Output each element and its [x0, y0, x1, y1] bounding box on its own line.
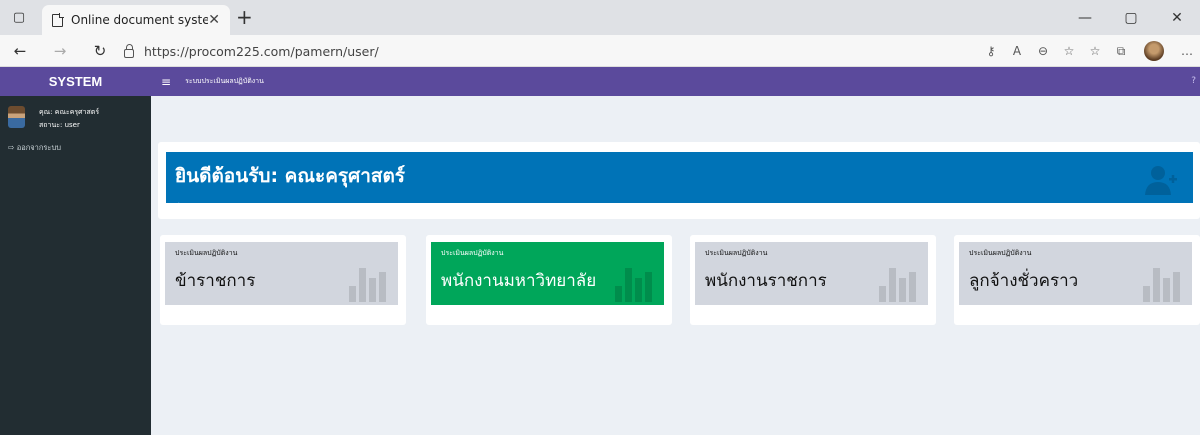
logout-label: ออกจากระบบ: [16, 143, 61, 152]
forward-icon[interactable]: →: [44, 35, 76, 67]
browser-tab-bar: ▢ Online document system ✕ + — ▢ ✕: [0, 0, 1200, 35]
welcome-title: ยินดีต้อนรับ: คณะครุศาสตร์: [175, 165, 406, 187]
lock-icon: [124, 43, 134, 58]
card-label: ประเมินผลปฏิบัติงาน: [175, 249, 238, 257]
document-icon: [52, 12, 64, 27]
hamburger-menu-icon[interactable]: ≡: [161, 75, 171, 89]
bar-chart-icon: [349, 264, 386, 302]
favorite-add-icon[interactable]: ☆: [1056, 44, 1082, 58]
browser-toolbar: ⚷ A ⊖ ☆ ☆ ⧉ …: [978, 35, 1200, 67]
restore-icon[interactable]: ▢: [1108, 0, 1154, 35]
user-avatar: [8, 106, 25, 128]
user-name: คุณ: คณะครุศาสตร์: [39, 108, 100, 116]
bar-chart-icon: [615, 264, 652, 302]
sidebar: SYSTEM คุณ: คณะครุศาสตร์ สถานะ: user ⇨ อ…: [0, 67, 151, 435]
close-tab-icon[interactable]: ✕: [208, 12, 220, 28]
card-university-staff[interactable]: ประเมินผลปฏิบัติงาน พนักงานมหาวิทยาลัย: [426, 235, 672, 325]
new-tab-icon[interactable]: +: [236, 5, 253, 29]
address-bar: ← → ↻ https://procom225.com/pamern/user/…: [0, 35, 1200, 67]
logout-icon: ⇨: [8, 143, 15, 152]
zoom-icon[interactable]: ⊖: [1030, 44, 1056, 58]
window-menu-icon[interactable]: ▢: [0, 0, 38, 35]
card-box[interactable]: ประเมินผลปฏิบัติงาน ลูกจ้างชั่วคราว: [959, 242, 1192, 305]
read-aloud-icon[interactable]: A: [1004, 44, 1030, 58]
welcome-status: สถานะ user: [175, 201, 214, 209]
card-box[interactable]: ประเมินผลปฏิบัติงาน พนักงานมหาวิทยาลัย: [431, 242, 664, 305]
card-temporary-employee[interactable]: ประเมินผลปฏิบัติงาน ลูกจ้างชั่วคราว: [954, 235, 1200, 325]
card-box[interactable]: ประเมินผลปฏิบัติงาน พนักงานราชการ: [695, 242, 928, 305]
profile-avatar-icon[interactable]: [1144, 41, 1164, 61]
card-label: ประเมินผลปฏิบัติงาน: [969, 249, 1032, 257]
more-icon[interactable]: …: [1174, 44, 1200, 58]
bar-chart-icon: [1143, 264, 1180, 302]
help-icon[interactable]: ?: [1191, 76, 1196, 86]
card-label: ประเมินผลปฏิบัติงาน: [705, 249, 768, 257]
card-label: ประเมินผลปฏิบัติงาน: [441, 249, 504, 257]
top-navbar: ≡ ระบบประเมินผลปฏิบัติงาน ?: [151, 67, 1200, 96]
bar-chart-icon: [879, 264, 916, 302]
card-box[interactable]: ประเมินผลปฏิบัติงาน ข้าราชการ: [165, 242, 398, 305]
user-panel: คุณ: คณะครุศาสตร์ สถานะ: user: [0, 96, 151, 136]
favorites-icon[interactable]: ☆: [1082, 44, 1108, 58]
card-government-employee[interactable]: ประเมินผลปฏิบัติงาน พนักงานราชการ: [690, 235, 936, 325]
logout-link[interactable]: ⇨ ออกจากระบบ: [0, 136, 151, 160]
minimize-icon[interactable]: —: [1062, 0, 1108, 35]
add-user-icon: [1145, 166, 1177, 195]
logo[interactable]: SYSTEM: [0, 67, 151, 96]
back-icon[interactable]: ←: [4, 35, 36, 67]
welcome-box: ยินดีต้อนรับ: คณะครุศาสตร์ สถานะ user: [166, 152, 1193, 209]
key-icon[interactable]: ⚷: [978, 44, 1004, 58]
system-title: ระบบประเมินผลปฏิบัติงาน: [185, 77, 264, 85]
close-window-icon[interactable]: ✕: [1154, 0, 1200, 35]
browser-tab[interactable]: Online document system ✕: [42, 5, 230, 35]
refresh-icon[interactable]: ↻: [84, 35, 116, 67]
tab-title: Online document system: [71, 13, 209, 27]
card-civil-servant[interactable]: ประเมินผลปฏิบัติงาน ข้าราชการ: [160, 235, 406, 325]
collections-icon[interactable]: ⧉: [1108, 44, 1134, 59]
window-controls: — ▢ ✕: [1062, 0, 1200, 35]
user-status: สถานะ: user: [39, 121, 80, 129]
url-text: https://procom225.com/pamern/user/: [144, 43, 379, 59]
